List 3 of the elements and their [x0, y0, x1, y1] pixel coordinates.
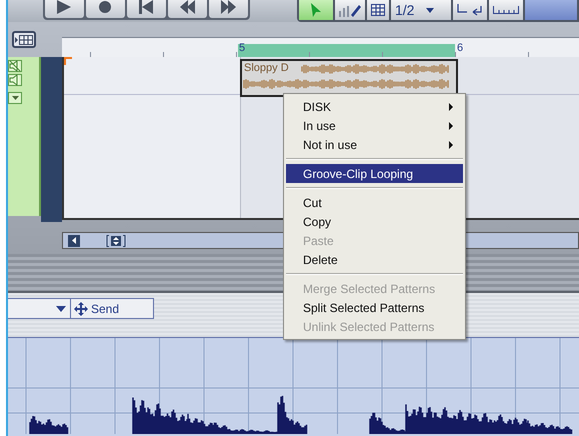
bar-number: 6 — [457, 43, 464, 54]
clip-name: Sloppy D — [244, 62, 289, 74]
bar-number: 5 — [239, 43, 246, 54]
